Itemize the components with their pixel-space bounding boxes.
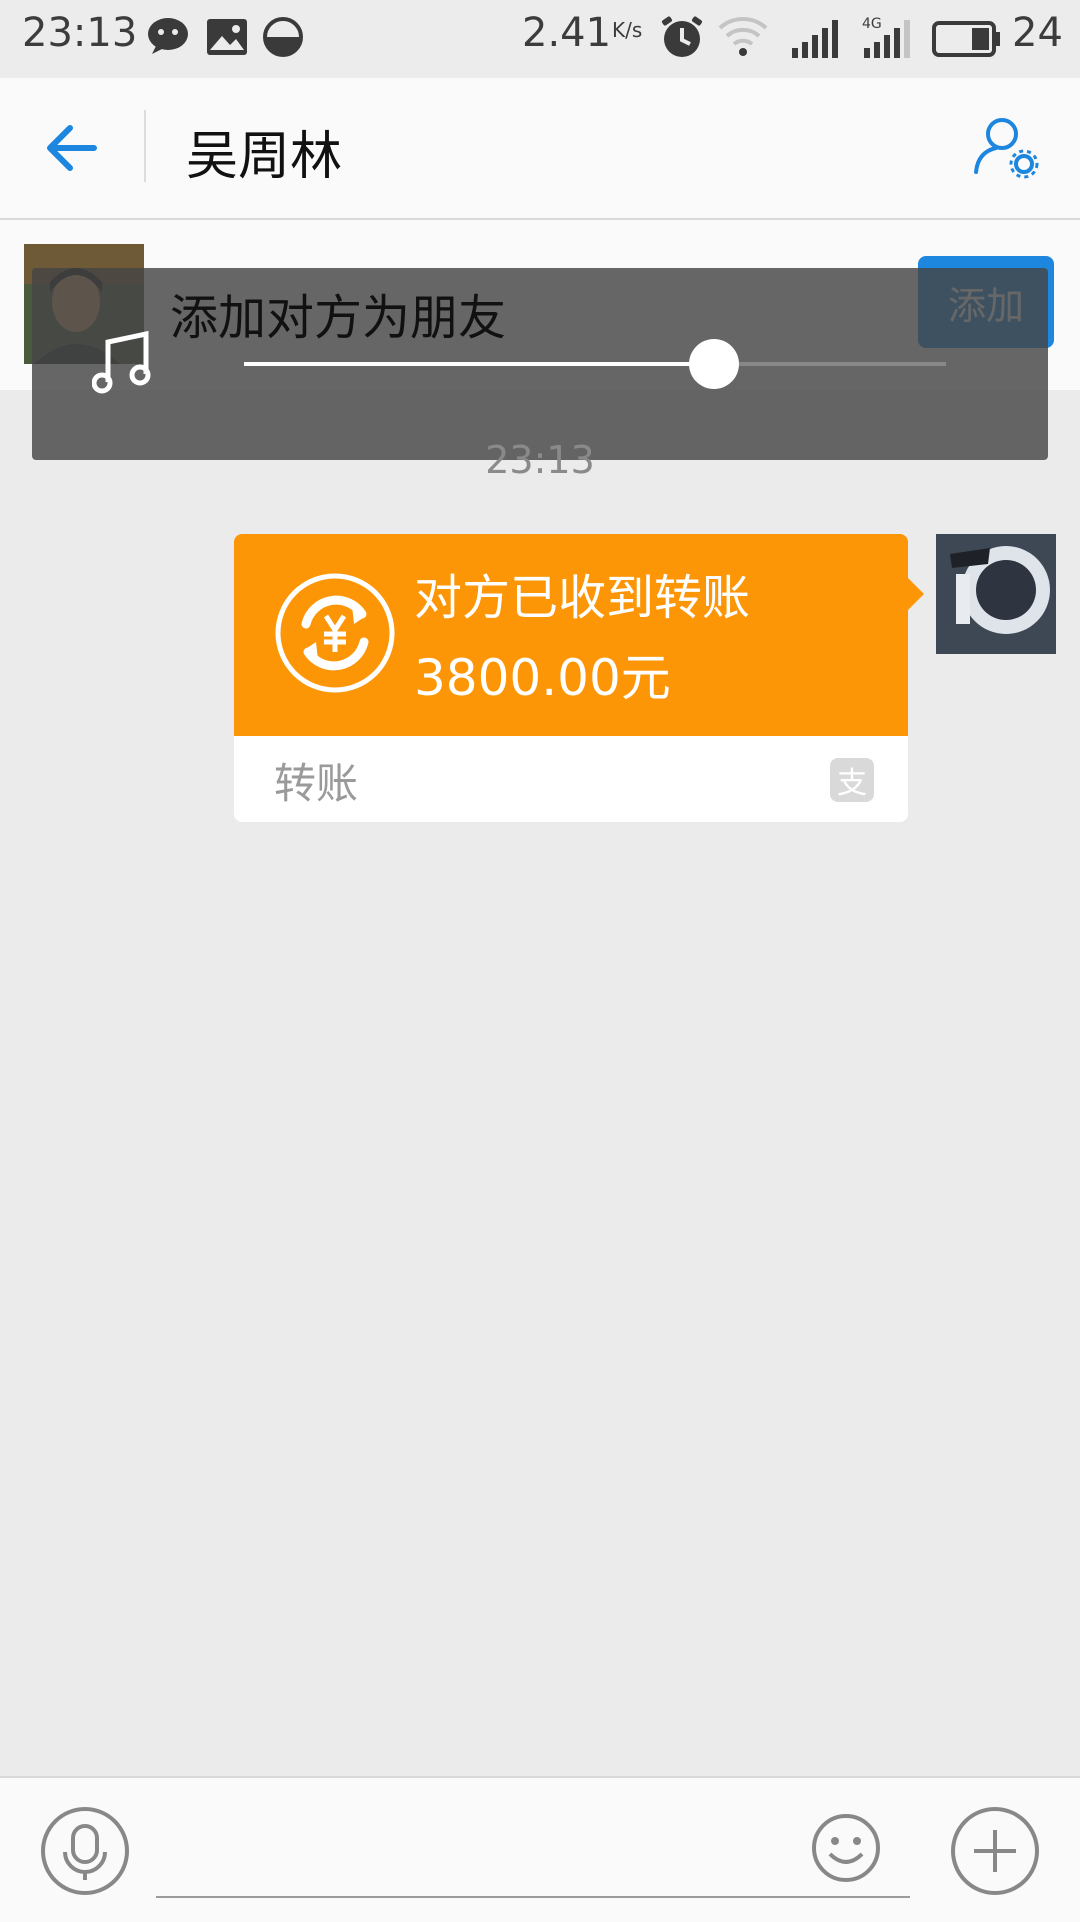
signal-4g-icon [864,20,910,58]
music-progress-slider[interactable] [244,339,946,389]
add-friend-label: 添加对方为朋友 [170,290,507,346]
profile-settings-icon[interactable] [972,114,1042,180]
wechat-icon [148,18,188,54]
data-saver-icon [263,17,303,57]
transfer-amount: 3800.00元 [414,649,671,707]
transfer-message-card[interactable]: 对方已收到转账 3800.00元 转账 支 [234,534,908,822]
slider-fill [244,362,715,366]
voice-input-icon[interactable] [40,1806,130,1896]
title-bar: 吴周林 [0,78,1080,220]
slider-knob[interactable] [689,339,740,389]
transfer-label: 转账 [274,759,359,808]
net-speed: 2.41 [522,10,612,56]
battery-icon [932,21,1000,57]
status-bar: 23:13 2.41 K/s 4G 24 [0,0,1080,78]
net-speed-unit: K/s [612,18,643,42]
my-avatar[interactable] [936,534,1056,654]
music-note-icon[interactable] [92,330,152,394]
plus-icon[interactable] [950,1806,1040,1896]
music-player-overlay: 添加对方为朋友 [32,268,1048,460]
transfer-card-header: 对方已收到转账 3800.00元 [234,534,908,736]
title-divider [144,110,146,182]
transfer-received-icon [275,573,395,693]
alarm-icon [661,16,703,57]
page-title: 吴周林 [186,127,343,187]
wifi-icon [718,17,768,56]
image-icon [207,19,247,55]
alipay-icon: 支 [830,758,874,802]
emoji-icon[interactable] [810,1812,882,1884]
bubble-tail [908,578,924,610]
back-arrow-icon[interactable] [44,122,100,174]
status-time: 23:13 [22,10,138,56]
battery-level: 24 [1012,10,1063,56]
transfer-status: 对方已收到转账 [414,570,751,626]
message-input[interactable] [156,1896,910,1898]
input-bar [0,1776,1080,1922]
chat-timestamp: 23:13 [485,438,595,482]
signal-icon [792,20,838,58]
